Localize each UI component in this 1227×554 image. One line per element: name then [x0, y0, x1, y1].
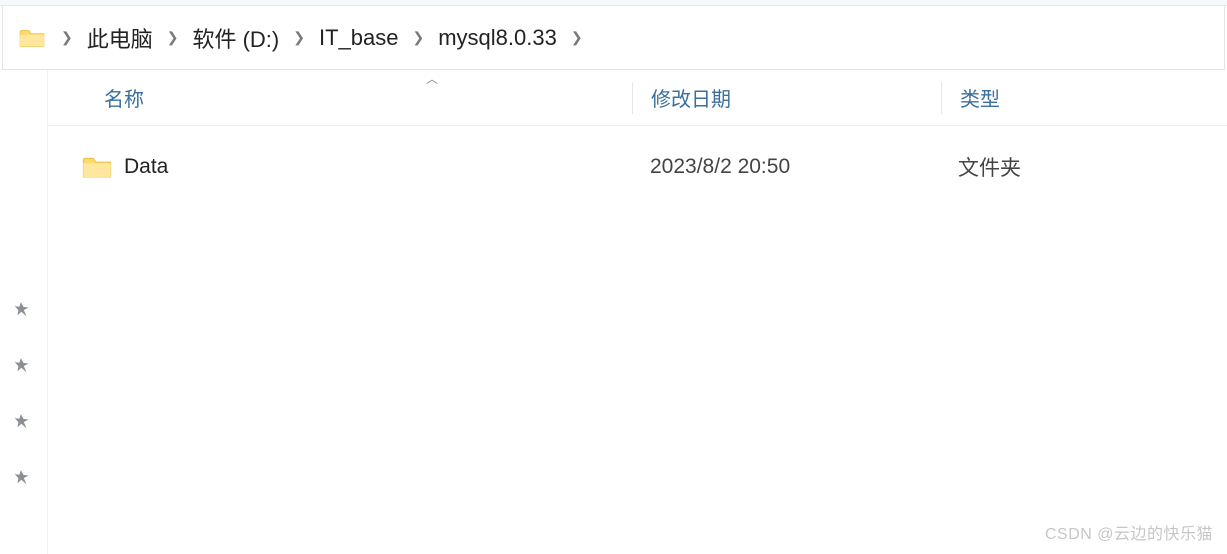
- file-name-label: Data: [124, 155, 168, 179]
- breadcrumb-drive[interactable]: 软件 (D:): [188, 20, 283, 56]
- chevron-right-icon[interactable]: ❯: [157, 29, 189, 46]
- folder-root-icon[interactable]: [19, 27, 45, 49]
- chevron-right-icon[interactable]: ❯: [283, 29, 315, 46]
- chevron-right-icon[interactable]: ❯: [561, 29, 593, 46]
- files-body: Data 2023/8/2 20:50 文件夹: [48, 126, 1227, 554]
- breadcrumb-folder-itbase[interactable]: IT_base: [315, 23, 403, 53]
- breadcrumb-this-pc[interactable]: 此电脑: [83, 20, 157, 56]
- pin-icon[interactable]: [11, 296, 36, 321]
- quick-access-rail: [0, 70, 48, 554]
- watermark-text: CSDN @云边的快乐猫: [1045, 520, 1213, 544]
- pin-icon[interactable]: [11, 464, 36, 489]
- file-type-label: 文件夹: [940, 152, 1021, 182]
- breadcrumb-bar[interactable]: ❯ 此电脑 ❯ 软件 (D:) ❯ IT_base ❯ mysql8.0.33 …: [2, 6, 1225, 70]
- pin-icon[interactable]: [11, 352, 36, 377]
- column-header-date[interactable]: 修改日期: [633, 83, 941, 112]
- sort-caret-icon[interactable]: ︿: [426, 70, 438, 87]
- table-row[interactable]: Data 2023/8/2 20:50 文件夹: [48, 140, 1227, 194]
- column-header-type[interactable]: 类型: [942, 83, 1000, 112]
- chevron-right-icon[interactable]: ❯: [51, 29, 83, 46]
- folder-icon: [82, 154, 112, 180]
- column-header-name[interactable]: 名称: [48, 83, 632, 112]
- pin-icon[interactable]: [11, 408, 36, 433]
- breadcrumb-folder-mysql[interactable]: mysql8.0.33: [434, 23, 561, 53]
- file-date-label: 2023/8/2 20:50: [632, 155, 940, 179]
- column-header-row: 名称 ︿ 修改日期 类型: [48, 70, 1227, 126]
- chevron-right-icon[interactable]: ❯: [402, 29, 434, 46]
- file-list-area: 名称 ︿ 修改日期 类型 Data 2023/8/2 20:50: [48, 70, 1227, 554]
